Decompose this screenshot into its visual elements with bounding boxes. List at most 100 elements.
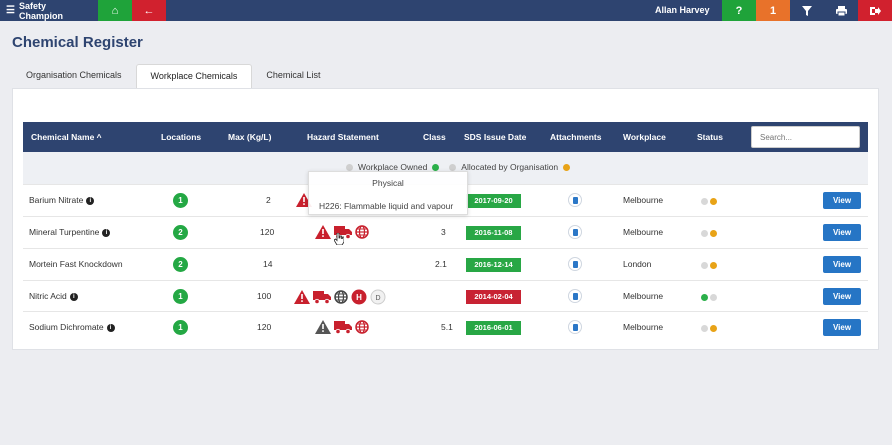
view-button[interactable]: View: [823, 319, 861, 336]
hazard-tooltip: Physical H226: Flammable liquid and vapo…: [308, 171, 468, 215]
logout-icon: [869, 6, 881, 15]
column-header-attachments[interactable]: Attachments: [550, 122, 601, 152]
workplace-name: Melbourne: [623, 227, 664, 237]
table-row: Mortein Fast Knockdown 2 14 2.1 2016-12-…: [23, 248, 868, 279]
hand-cursor-icon: [334, 233, 344, 245]
sds-date-badge: 2016-06-01: [466, 321, 521, 335]
filter-button[interactable]: [790, 0, 824, 21]
attachment-icon[interactable]: [568, 225, 582, 239]
column-header-sds-date[interactable]: SDS Issue Date: [464, 122, 526, 152]
column-header-hazard[interactable]: Hazard Statement: [307, 122, 379, 152]
max-quantity: 14: [263, 259, 273, 269]
globe-icon[interactable]: [355, 225, 369, 239]
column-header-workplace[interactable]: Workplace: [623, 122, 666, 152]
hazard-icons: H D: [294, 289, 389, 305]
column-header-class[interactable]: Class: [423, 122, 446, 152]
chemical-name[interactable]: Nitric Acid: [29, 291, 67, 301]
warning-triangle-icon[interactable]: [294, 290, 310, 304]
legend-orange-dot: [563, 163, 571, 171]
location-count-badge[interactable]: 1: [173, 320, 188, 335]
attachment-icon[interactable]: [568, 320, 582, 334]
tooltip-body: H226: Flammable liquid and vapour: [319, 201, 454, 211]
max-quantity: 120: [257, 322, 272, 332]
health-hazard-icon[interactable]: H: [351, 289, 367, 305]
chemical-name-cell: Barium Nitrate i: [29, 185, 95, 216]
globe-icon[interactable]: [334, 290, 348, 304]
svg-text:H: H: [356, 293, 362, 302]
truck-icon[interactable]: [334, 320, 352, 334]
back-button[interactable]: ←: [132, 0, 166, 21]
info-icon[interactable]: i: [106, 323, 115, 332]
home-button[interactable]: ⌂: [98, 0, 132, 21]
dangerous-goods-icon[interactable]: D: [370, 289, 386, 305]
chemical-name[interactable]: Mortein Fast Knockdown: [29, 259, 123, 269]
chemical-name[interactable]: Mineral Turpentine: [29, 227, 99, 237]
workplace-name: Melbourne: [623, 322, 664, 332]
status-indicator: [701, 198, 719, 205]
legend-allocated-label: Allocated by Organisation: [461, 162, 559, 172]
warning-triangle-icon[interactable]: [315, 225, 331, 239]
sds-date-badge: 2014-02-04: [466, 290, 521, 304]
max-quantity: 2: [266, 195, 271, 205]
sds-date-badge: 2017-09-20: [466, 194, 521, 208]
print-button[interactable]: [824, 0, 858, 21]
view-button[interactable]: View: [823, 192, 861, 209]
tab-chemical-list[interactable]: Chemical List: [252, 64, 334, 88]
column-header-max[interactable]: Max (Kg/L): [228, 122, 271, 152]
info-icon[interactable]: i: [102, 228, 111, 237]
table-row: Nitric Acid i 1 100 H D 2014-02-04 Melbou…: [23, 280, 868, 311]
sds-date-badge: 2016-11-08: [466, 226, 521, 240]
tab-workplace-chemicals[interactable]: Workplace Chemicals: [135, 64, 253, 88]
help-icon: ?: [735, 4, 743, 17]
status-indicator: [701, 294, 719, 301]
logout-button[interactable]: [858, 0, 892, 21]
attachment-icon[interactable]: [568, 289, 582, 303]
chemical-name[interactable]: Barium Nitrate: [29, 195, 83, 205]
tooltip-title: Physical: [372, 178, 404, 188]
view-button[interactable]: View: [823, 288, 861, 305]
legend-grey-dot: [346, 163, 353, 171]
table-row: Sodium Dichromate i 1 120 5.1 2016-06-01 …: [23, 311, 868, 342]
globe-icon[interactable]: [355, 320, 369, 334]
location-count-badge[interactable]: 2: [173, 257, 188, 272]
chemical-name-cell: Mortein Fast Knockdown: [29, 249, 123, 280]
view-button[interactable]: View: [823, 224, 861, 241]
attachment-icon[interactable]: [568, 257, 582, 271]
workplace-name: Melbourne: [623, 291, 664, 301]
info-icon[interactable]: i: [86, 196, 95, 205]
back-arrow-icon: ←: [143, 4, 155, 17]
location-count-badge[interactable]: 2: [173, 225, 188, 240]
legend-green-dot: [432, 163, 440, 171]
sds-date-badge: 2016-12-14: [466, 258, 521, 272]
location-count-badge[interactable]: 1: [173, 289, 188, 304]
truck-icon[interactable]: [313, 290, 331, 304]
column-header-locations[interactable]: Locations: [161, 122, 201, 152]
legend-grey-dot: [449, 163, 457, 171]
status-indicator: [701, 262, 719, 269]
user-name[interactable]: Allan Harvey: [655, 0, 710, 21]
hazard-icons: [315, 320, 372, 334]
workplace-name: London: [623, 259, 652, 269]
location-count-badge[interactable]: 1: [173, 193, 188, 208]
table-row: Mineral Turpentine i 2 120 3 2016-11-08 M…: [23, 216, 868, 247]
svg-text:D: D: [375, 295, 380, 302]
notifications-button[interactable]: 1: [756, 0, 790, 21]
info-icon[interactable]: i: [69, 292, 78, 301]
chemical-name[interactable]: Sodium Dichromate: [29, 322, 104, 332]
attachment-icon[interactable]: [568, 193, 582, 207]
column-header-chemical-name[interactable]: Chemical Name ^: [31, 122, 102, 152]
view-button[interactable]: View: [823, 256, 861, 273]
column-header-status[interactable]: Status: [697, 122, 723, 152]
chemical-name-cell: Mineral Turpentine i: [29, 217, 111, 248]
max-quantity: 120: [260, 227, 275, 237]
tab-organisation-chemicals[interactable]: Organisation Chemicals: [12, 64, 136, 88]
max-quantity: 100: [257, 291, 272, 301]
status-indicator: [701, 230, 719, 237]
search-input[interactable]: [751, 126, 860, 148]
hamburger-icon[interactable]: ☰: [6, 5, 15, 16]
warning-triangle-icon[interactable]: [315, 320, 331, 334]
chemical-name-cell: Nitric Acid i: [29, 281, 78, 312]
brand-name: Safety Champion: [18, 0, 63, 21]
brand-menu[interactable]: ☰ Safety Champion: [0, 0, 98, 21]
help-button[interactable]: ?: [722, 0, 756, 21]
